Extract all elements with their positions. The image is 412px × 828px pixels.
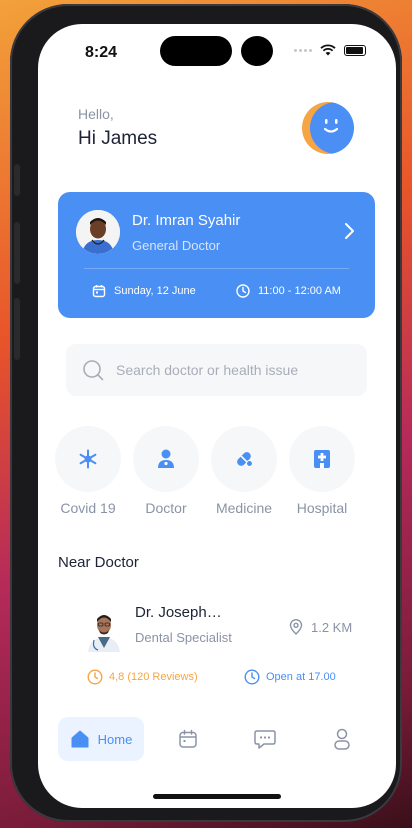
category-medicine-circle[interactable]: [211, 426, 277, 492]
greeting-text: Hello,: [78, 106, 114, 122]
clock-icon: [236, 284, 250, 298]
appointment-doctor-role: General Doctor: [132, 238, 221, 253]
status-icons: [294, 44, 366, 56]
doctor-avatar: [76, 210, 120, 254]
rating-text: 4,8 (120 Reviews): [109, 671, 198, 683]
virus-icon: [79, 449, 97, 469]
home-indicator[interactable]: [153, 794, 281, 799]
section-title: Near Doctor: [58, 554, 139, 571]
wifi-icon: [320, 44, 336, 56]
hospital-icon: [314, 450, 330, 468]
near-doctor-name[interactable]: Dr. Joseph…: [135, 604, 222, 621]
smile-face-icon: [323, 119, 339, 133]
user-icon: [334, 728, 350, 750]
tab-home-label: Home: [97, 731, 133, 747]
volume-up-button: [14, 222, 20, 284]
volume-down-button: [14, 298, 20, 360]
home-icon: [71, 730, 89, 748]
category-hospital-circle[interactable]: [289, 426, 355, 492]
category-hospital[interactable]: Hospital: [289, 426, 355, 516]
tab-home[interactable]: Home: [58, 717, 144, 761]
appointment-time: 11:00 - 12:00 AM: [236, 284, 341, 298]
status-time: 8:24: [85, 44, 118, 61]
category-doctor-circle[interactable]: [133, 426, 199, 492]
category-covid-circle[interactable]: [55, 426, 121, 492]
category-label: Covid 19: [60, 500, 116, 516]
chat-icon: [254, 730, 276, 749]
category-covid[interactable]: Covid 19: [55, 426, 121, 516]
app-screen: 8:24 Hello, Hi James Dr. Imran Syahir Ge…: [38, 24, 396, 808]
distance-text: 1.2 KM: [311, 619, 353, 635]
near-doctor-rating: 4,8 (120 Reviews): [87, 669, 198, 685]
calendar-icon: [179, 729, 197, 748]
near-doctor-role: Dental Specialist: [135, 630, 232, 645]
pill-icon: [237, 452, 253, 467]
appointment-doctor-name: Dr. Imran Syahir: [132, 212, 241, 229]
near-doctor-distance: 1.2 KM: [289, 619, 352, 635]
phone-frame: 8:24 Hello, Hi James Dr. Imran Syahir Ge…: [10, 4, 402, 822]
tab-messages[interactable]: [253, 727, 277, 751]
search-input[interactable]: Search doctor or health issue: [66, 344, 367, 396]
dynamic-island: [160, 36, 232, 66]
mute-switch: [14, 164, 20, 196]
calendar-icon: [92, 285, 106, 298]
category-doctor[interactable]: Doctor: [133, 426, 199, 516]
camera-cutout: [241, 36, 273, 66]
appointment-date-text: Sunday, 12 June: [114, 285, 196, 297]
chevron-right-icon[interactable]: [343, 222, 355, 240]
location-pin-icon: [289, 619, 303, 635]
clock-icon: [87, 669, 103, 685]
near-doctor-photo[interactable]: [84, 608, 124, 652]
near-doctor-open-hours: Open at 17.00: [244, 669, 336, 685]
appointment-time-text: 11:00 - 12:00 AM: [258, 285, 341, 297]
doctor-icon: [158, 449, 174, 468]
signal-icon: [294, 48, 312, 52]
appointment-date: Sunday, 12 June: [92, 284, 196, 298]
card-divider: [84, 268, 349, 269]
clock-icon: [244, 669, 260, 685]
open-hours-text: Open at 17.00: [266, 671, 336, 683]
user-avatar[interactable]: [302, 102, 354, 154]
tab-schedule[interactable]: [176, 727, 200, 751]
search-placeholder: Search doctor or health issue: [116, 362, 299, 378]
appointment-card[interactable]: Dr. Imran Syahir General Doctor Sunday, …: [58, 192, 375, 318]
battery-icon: [344, 44, 366, 56]
user-name: Hi James: [78, 128, 158, 149]
category-label: Hospital: [296, 500, 348, 516]
category-label: Medicine: [215, 500, 273, 516]
category-label: Doctor: [145, 500, 187, 516]
category-medicine[interactable]: Medicine: [211, 426, 277, 516]
search-icon: [83, 360, 104, 381]
tab-profile[interactable]: [330, 727, 354, 751]
